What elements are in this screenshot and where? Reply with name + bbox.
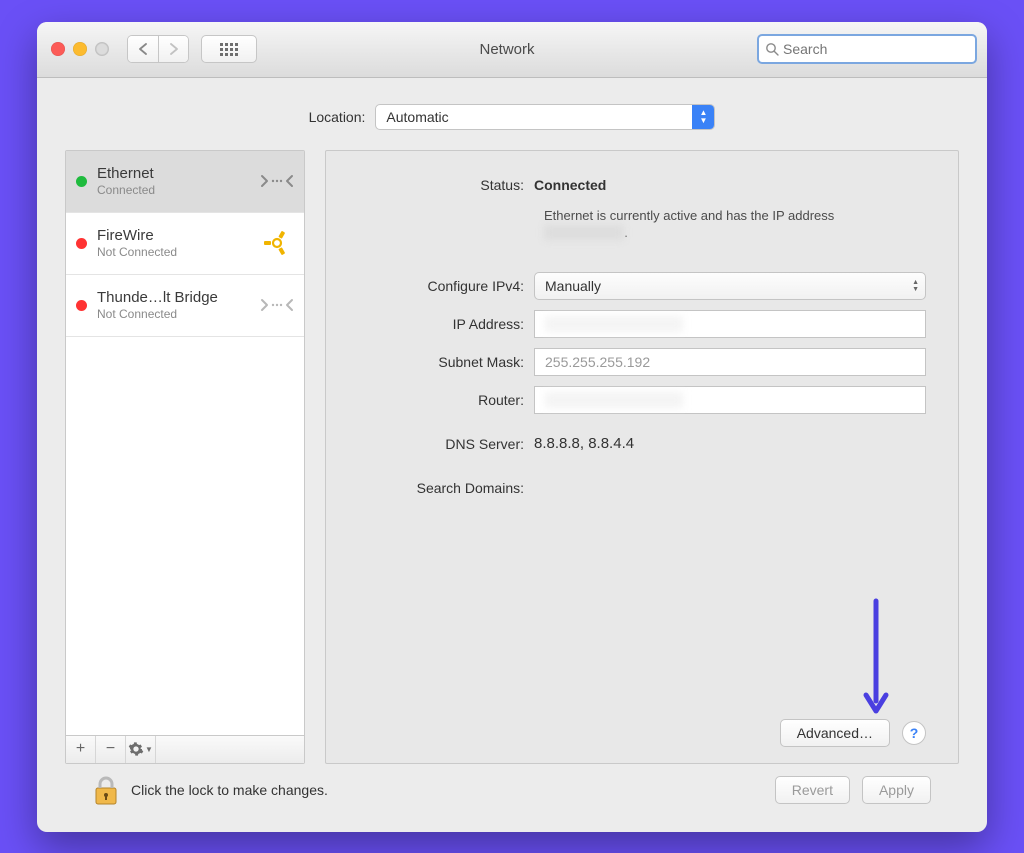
advanced-button[interactable]: Advanced… xyxy=(780,719,890,747)
firewire-icon xyxy=(260,229,294,257)
search-input[interactable] xyxy=(783,41,969,57)
close-button[interactable] xyxy=(51,42,65,56)
router-field[interactable]: 000.000.000 xyxy=(534,386,926,414)
service-thunderbolt-bridge[interactable]: Thunde…lt Bridge Not Connected xyxy=(66,275,304,337)
remove-service-button[interactable]: − xyxy=(96,736,126,763)
router-row: Router: 000.000.000 xyxy=(344,386,926,414)
location-row: Location: Automatic ▲▼ xyxy=(65,104,959,130)
annotation-arrow-icon xyxy=(862,597,890,717)
dns-row: DNS Server: 8.8.8.8, 8.8.4.4 xyxy=(344,430,926,458)
service-name: Ethernet xyxy=(97,165,250,183)
service-name: Thunde…lt Bridge xyxy=(97,289,250,307)
configure-row: Configure IPv4: Manually ▲▼ xyxy=(344,272,926,300)
dns-value: 8.8.8.8, 8.8.4.4 xyxy=(534,430,926,458)
minimize-button[interactable] xyxy=(73,42,87,56)
back-button[interactable] xyxy=(128,36,158,62)
apply-button[interactable]: Apply xyxy=(862,776,931,804)
dns-label: DNS Server: xyxy=(344,436,534,452)
service-action-menu[interactable]: ▼ xyxy=(126,736,156,763)
location-select[interactable]: Automatic ▲▼ xyxy=(375,104,715,130)
main: Ethernet Connected FireWire Not Connecte… xyxy=(65,150,959,764)
search-domains-value xyxy=(534,474,926,502)
nav-buttons xyxy=(127,35,189,63)
subnet-row: Subnet Mask: 255.255.255.192 xyxy=(344,348,926,376)
show-all-button[interactable] xyxy=(201,35,257,63)
add-service-button[interactable]: + xyxy=(66,736,96,763)
forward-button[interactable] xyxy=(158,36,188,62)
router-label: Router: xyxy=(344,392,534,408)
search-domains-label: Search Domains: xyxy=(344,480,534,496)
service-status: Not Connected xyxy=(97,307,250,321)
service-list: Ethernet Connected FireWire Not Connecte… xyxy=(65,150,305,764)
zoom-button[interactable] xyxy=(95,42,109,56)
status-row: Status: Connected xyxy=(344,177,926,193)
service-name: FireWire xyxy=(97,227,250,245)
revert-button[interactable]: Revert xyxy=(775,776,850,804)
content: Location: Automatic ▲▼ Ethernet Connecte… xyxy=(37,78,987,832)
chevron-updown-icon: ▲▼ xyxy=(912,273,919,299)
location-label: Location: xyxy=(309,109,366,125)
status-dot-icon xyxy=(76,238,87,249)
ethernet-icon xyxy=(260,291,294,319)
service-firewire[interactable]: FireWire Not Connected xyxy=(66,213,304,275)
lock-icon[interactable] xyxy=(93,775,119,805)
search-icon xyxy=(765,42,779,56)
ethernet-icon xyxy=(260,167,294,195)
status-value: Connected xyxy=(534,177,926,193)
search-field[interactable] xyxy=(757,34,977,64)
advanced-row: Advanced… ? xyxy=(344,707,926,747)
search-domains-row: Search Domains: xyxy=(344,474,926,502)
ip-address-field[interactable]: 000.000.000 xyxy=(534,310,926,338)
help-button[interactable]: ? xyxy=(902,721,926,745)
footer: Click the lock to make changes. Revert A… xyxy=(65,764,959,820)
redacted-ip: 000.000.000 xyxy=(544,225,624,240)
window-title: Network xyxy=(269,41,745,58)
gear-icon xyxy=(128,741,144,757)
status-dot-icon xyxy=(76,176,87,187)
ip-row: IP Address: 000.000.000 xyxy=(344,310,926,338)
subnet-label: Subnet Mask: xyxy=(344,354,534,370)
chevron-updown-icon: ▲▼ xyxy=(692,105,714,129)
service-actions: + − ▼ xyxy=(66,735,304,763)
ip-label: IP Address: xyxy=(344,316,534,332)
configure-ipv4-select[interactable]: Manually ▲▼ xyxy=(534,272,926,300)
network-preferences-window: Network Location: Automatic ▲▼ Ethernet xyxy=(37,22,987,832)
detail-pane: Status: Connected Ethernet is currently … xyxy=(325,150,959,764)
window-controls xyxy=(51,42,109,56)
titlebar: Network xyxy=(37,22,987,78)
location-value: Automatic xyxy=(386,109,448,125)
status-description: Ethernet is currently active and has the… xyxy=(544,207,904,242)
lock-message: Click the lock to make changes. xyxy=(131,782,763,798)
configure-value: Manually xyxy=(545,278,601,294)
service-status: Not Connected xyxy=(97,245,250,259)
service-ethernet[interactable]: Ethernet Connected xyxy=(66,151,304,213)
subnet-mask-field[interactable]: 255.255.255.192 xyxy=(534,348,926,376)
service-status: Connected xyxy=(97,183,250,197)
status-dot-icon xyxy=(76,300,87,311)
configure-label: Configure IPv4: xyxy=(344,278,534,294)
status-label: Status: xyxy=(344,177,534,193)
